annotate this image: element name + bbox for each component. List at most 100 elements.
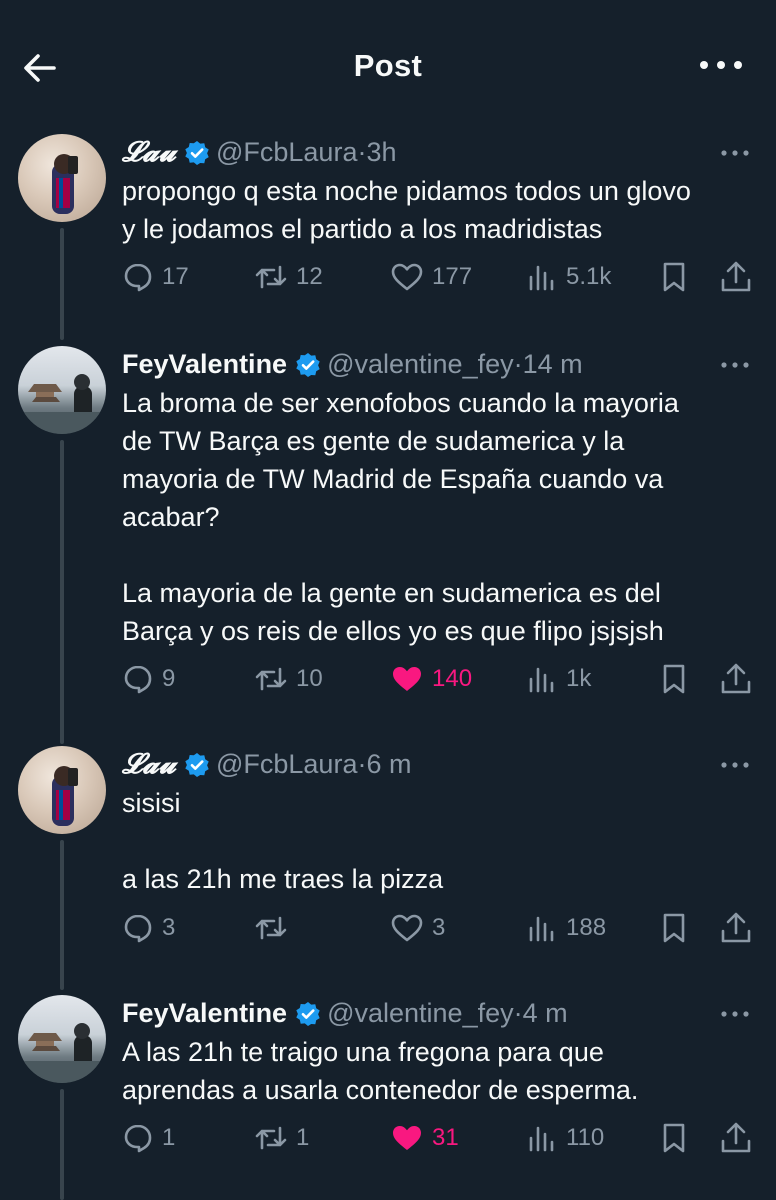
retweet-icon — [254, 261, 288, 293]
verified-badge-icon — [295, 349, 321, 389]
views-button[interactable]: 188 — [526, 908, 606, 948]
retweet-button[interactable]: 12 — [254, 257, 323, 297]
retweet-count: 10 — [296, 665, 323, 692]
display-name[interactable]: FeyValentine — [122, 998, 287, 1028]
like-button[interactable]: 177 — [390, 257, 472, 297]
views-button[interactable]: 1k — [526, 659, 591, 699]
more-icon[interactable] — [718, 997, 752, 1027]
verified-badge-icon — [295, 998, 321, 1038]
reply-icon — [122, 663, 154, 695]
retweet-button[interactable]: 1 — [254, 1118, 309, 1158]
tweet-actions: 17 12 177 5.1k — [122, 257, 752, 297]
heart-icon — [390, 261, 424, 293]
display-name[interactable]: 𝓛𝓪𝓾 — [122, 747, 176, 780]
timestamp[interactable]: 14 m — [523, 349, 583, 379]
handle[interactable]: @valentine_fey — [327, 349, 514, 379]
verified-badge-icon — [184, 749, 210, 789]
page-title: Post — [353, 48, 423, 83]
tweet-header: 𝓛𝓪𝓾 @FcbLaura·3h — [122, 132, 752, 172]
share-icon — [718, 662, 754, 696]
views-icon — [526, 1122, 558, 1154]
thread-line — [60, 1089, 64, 1200]
share-icon — [718, 911, 754, 945]
handle[interactable]: @FcbLaura — [216, 749, 357, 779]
more-icon[interactable] — [718, 748, 752, 778]
bookmark-icon — [658, 662, 690, 696]
share-icon — [718, 1121, 754, 1155]
view-count: 1k — [566, 665, 592, 692]
views-icon — [526, 912, 558, 944]
retweet-icon — [254, 912, 288, 944]
separator: · — [513, 998, 523, 1028]
retweet-button[interactable]: 10 — [254, 659, 323, 699]
view-count: 188 — [566, 914, 607, 941]
views-button[interactable]: 5.1k — [526, 257, 611, 297]
reply-count: 1 — [162, 1124, 176, 1151]
reply-count: 17 — [162, 263, 189, 290]
share-button[interactable] — [718, 257, 754, 297]
display-name[interactable]: FeyValentine — [122, 349, 287, 379]
verified-badge-icon — [184, 137, 210, 177]
reply-button[interactable]: 9 — [122, 659, 175, 699]
more-icon[interactable] — [718, 136, 752, 166]
heart-icon — [390, 912, 424, 944]
reply-icon — [122, 1122, 154, 1154]
tweet-actions: 3 3 188 — [122, 908, 752, 948]
tweet-header: FeyValentine @valentine_fey·4 m — [122, 993, 752, 1033]
like-button[interactable]: 140 — [390, 659, 472, 699]
like-count: 3 — [432, 914, 446, 941]
bookmark-button[interactable] — [658, 659, 690, 699]
bookmark-button[interactable] — [658, 257, 690, 297]
retweet-button[interactable] — [254, 908, 296, 948]
avatar[interactable] — [18, 995, 106, 1083]
share-button[interactable] — [718, 1118, 754, 1158]
avatar[interactable] — [18, 746, 106, 834]
avatar[interactable] — [18, 134, 106, 222]
tweet[interactable]: 𝓛𝓪𝓾 @FcbLaura·6 m sisisi a las 21h me tra… — [0, 740, 776, 990]
views-icon — [526, 663, 558, 695]
like-button[interactable]: 3 — [390, 908, 445, 948]
retweet-icon — [254, 663, 288, 695]
timestamp[interactable]: 4 m — [523, 998, 568, 1028]
bookmark-button[interactable] — [658, 908, 690, 948]
views-button[interactable]: 110 — [526, 1118, 604, 1158]
reply-button[interactable]: 3 — [122, 908, 175, 948]
tweet[interactable]: FeyValentine @valentine_fey·14 m La broma… — [0, 340, 776, 744]
bookmark-icon — [658, 260, 690, 294]
tweet-actions: 9 10 140 1k — [122, 659, 752, 699]
bookmark-icon — [658, 1121, 690, 1155]
share-button[interactable] — [718, 908, 754, 948]
timestamp[interactable]: 6 m — [366, 749, 411, 779]
tweet[interactable]: FeyValentine @valentine_fey·4 m A las 21h… — [0, 989, 776, 1200]
more-icon[interactable] — [718, 348, 752, 378]
tweet[interactable]: 𝓛𝓪𝓾 @FcbLaura·3h propongo q esta noche pi… — [0, 128, 776, 340]
retweet-count: 1 — [296, 1124, 310, 1151]
handle[interactable]: @valentine_fey — [327, 998, 514, 1028]
view-count: 110 — [566, 1124, 605, 1151]
share-button[interactable] — [718, 659, 754, 699]
share-icon — [718, 260, 754, 294]
display-name[interactable]: 𝓛𝓪𝓾 — [122, 135, 176, 168]
bookmark-button[interactable] — [658, 1118, 690, 1158]
like-count: 177 — [432, 263, 473, 290]
handle[interactable]: @FcbLaura — [216, 137, 357, 167]
more-options-icon[interactable] — [696, 50, 746, 80]
avatar[interactable] — [18, 346, 106, 434]
like-button[interactable]: 31 — [390, 1118, 459, 1158]
reply-icon — [122, 912, 154, 944]
separator: · — [513, 349, 523, 379]
bookmark-icon — [658, 911, 690, 945]
reply-button[interactable]: 17 — [122, 257, 189, 297]
tweet-actions: 1 1 31 110 — [122, 1118, 752, 1158]
retweet-icon — [254, 1122, 288, 1154]
thread-line — [60, 228, 64, 340]
heart-icon — [390, 1122, 424, 1154]
tweet-header: FeyValentine @valentine_fey·14 m — [122, 344, 752, 384]
tweet-header: 𝓛𝓪𝓾 @FcbLaura·6 m — [122, 744, 752, 784]
reply-count: 9 — [162, 665, 176, 692]
heart-icon — [390, 663, 424, 695]
timestamp[interactable]: 3h — [366, 137, 396, 167]
reply-button[interactable]: 1 — [122, 1118, 175, 1158]
tweet-text: propongo q esta noche pidamos todos un g… — [122, 176, 691, 244]
thread-line — [60, 440, 64, 744]
